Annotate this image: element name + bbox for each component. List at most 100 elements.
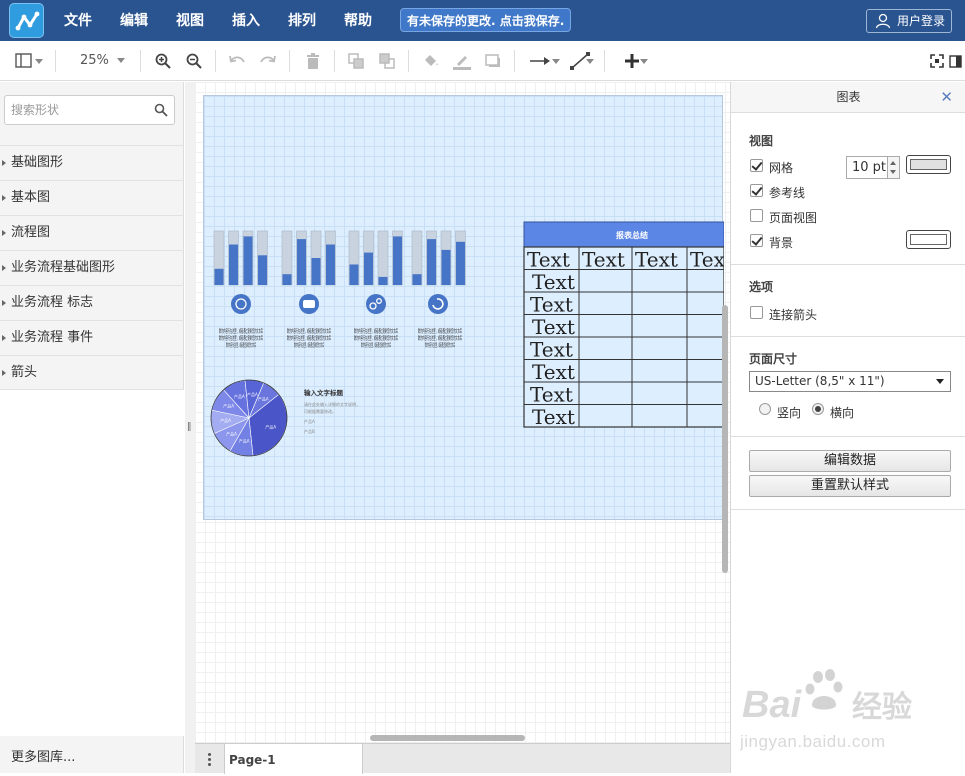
grid-color-swatch[interactable] xyxy=(906,155,951,174)
sidebar-empty-area xyxy=(0,389,184,736)
zoom-out-button[interactable] xyxy=(181,49,207,73)
progress-bar-group[interactable] xyxy=(213,230,466,286)
page-view-checkbox[interactable] xyxy=(750,209,763,222)
trash-icon xyxy=(307,53,319,69)
svg-text:数的内容行在这里，或者通过复制您的文本后: 数的内容行在这里，或者通过复制您的文本后 xyxy=(361,341,391,349)
sidebar-item-bpmn-basic[interactable]: 业务流程基础图形 xyxy=(0,250,184,284)
sidebar-splitter[interactable]: ‖ xyxy=(185,82,195,773)
grid-size-spinner[interactable] xyxy=(888,156,900,179)
connection-style-button[interactable] xyxy=(522,49,560,73)
grid-checkbox[interactable] xyxy=(750,159,763,172)
page-menu-button[interactable] xyxy=(195,744,225,774)
waypoints-button[interactable] xyxy=(562,49,598,73)
diagram-page[interactable]: 数的内容行在这里，或者通过复制您的文本后 数的内容行在这里，或者通过复制您的文本后… xyxy=(203,95,726,521)
reset-style-button[interactable]: 重置默认样式 xyxy=(749,475,951,497)
svg-text:数的内容行在这里，或者通过复制您的文本后: 数的内容行在这里，或者通过复制您的文本后 xyxy=(287,327,331,335)
unsaved-changes-button[interactable]: 有未保存的更改. 点击我保存. xyxy=(400,8,572,32)
pie-desc-line-2: 可根据需要修改。 xyxy=(304,408,336,414)
grid-size-input[interactable]: 10 pt xyxy=(846,156,888,179)
toolbar-divider xyxy=(55,50,56,72)
login-button[interactable]: 用户登录 xyxy=(866,9,952,33)
toolbar-divider xyxy=(514,50,515,72)
landscape-radio[interactable] xyxy=(812,403,824,415)
fill-color-button[interactable] xyxy=(418,49,444,73)
to-back-button[interactable] xyxy=(374,49,400,73)
undo-button[interactable] xyxy=(224,49,250,73)
diagram-canvas[interactable]: 数的内容行在这里，或者通过复制您的文本后 数的内容行在这里，或者通过复制您的文本后… xyxy=(195,82,730,743)
page-size-select[interactable]: US-Letter (8,5" x 11") xyxy=(749,371,951,392)
pie-chart[interactable]: 产品A产品A产品A产品A产品A产品A 产品A产品A xyxy=(210,379,288,457)
chevron-down-icon xyxy=(35,59,43,64)
progress-bar-fill xyxy=(282,274,292,285)
sidebar-item-bpmn-events[interactable]: 业务流程 事件 xyxy=(0,320,184,354)
shadow-button[interactable] xyxy=(480,49,506,73)
sidebar-item-flowchart[interactable]: 流程图 xyxy=(0,215,184,249)
redo-button[interactable] xyxy=(255,49,281,73)
circle-icon-refresh[interactable] xyxy=(428,294,448,314)
caption-4[interactable]: 数的内容行在这里，或者通过复制您的文本后数的内容行在这里，或者通过复制您的文本后… xyxy=(418,327,462,349)
diagram-content[interactable]: 数的内容行在这里，或者通过复制您的文本后数的内容行在这里，或者通过复制您的文本后… xyxy=(204,96,726,521)
edit-data-button[interactable]: 编辑数据 xyxy=(749,450,951,472)
chevron-down-icon xyxy=(640,59,648,64)
table-cell: Text xyxy=(530,293,573,317)
portrait-radio[interactable] xyxy=(759,403,771,415)
baidu-watermark-logo: Bai 经验 jingyan.baidu.com xyxy=(740,669,912,751)
sidebar-item-bpmn-markers[interactable]: 业务流程 标志 xyxy=(0,285,184,319)
circle-icon-gears[interactable] xyxy=(366,294,386,314)
user-icon xyxy=(875,13,891,29)
landscape-label: 横向 xyxy=(830,406,855,420)
sidebar-item-basic-diagram[interactable]: 基本图 xyxy=(0,180,184,214)
circle-icon-globe[interactable] xyxy=(231,294,251,314)
sidebar-item-arrows[interactable]: 箭头 xyxy=(0,355,184,389)
vertical-scrollbar[interactable] xyxy=(722,305,728,573)
delete-button[interactable] xyxy=(300,49,326,73)
undo-icon xyxy=(229,55,245,63)
insert-button[interactable] xyxy=(612,49,652,73)
panel-divider xyxy=(731,509,965,510)
table-title: 报表总结 xyxy=(616,230,648,240)
caption-2[interactable]: 数的内容行在这里，或者通过复制您的文本后数的内容行在这里，或者通过复制您的文本后… xyxy=(287,327,331,349)
zoom-in-button[interactable] xyxy=(150,49,176,73)
to-front-button[interactable] xyxy=(343,49,369,73)
menu-view[interactable]: 视图 xyxy=(176,0,204,41)
pie-title[interactable]: 输入文字标题 xyxy=(304,388,344,397)
svg-text:数的内容行在这里，或者通过复制您的文本后: 数的内容行在这里，或者通过复制您的文本后 xyxy=(418,327,462,335)
circle-icon-chat[interactable] xyxy=(299,294,319,314)
line-color-button[interactable] xyxy=(449,49,475,73)
svg-text:数的内容行在这里，或者通过复制您的文本后: 数的内容行在这里，或者通过复制您的文本后 xyxy=(287,334,331,342)
menu-file[interactable]: 文件 xyxy=(64,0,92,41)
guides-checkbox[interactable] xyxy=(750,184,763,197)
close-icon[interactable]: ✕ xyxy=(940,82,953,113)
arrow-right-icon xyxy=(530,57,550,65)
tab-page-1[interactable]: Page-1 xyxy=(225,744,363,774)
search-input[interactable]: 搜索形状 xyxy=(4,95,175,125)
caption-1[interactable]: 数的内容行在这里，或者通过复制您的文本后数的内容行在这里，或者通过复制您的文本后… xyxy=(219,327,263,349)
menu-arrange[interactable]: 排列 xyxy=(288,0,316,41)
zoom-level[interactable]: 25% xyxy=(80,53,109,68)
menu-edit[interactable]: 编辑 xyxy=(120,0,148,41)
shadow-icon xyxy=(485,54,500,67)
connect-arrows-checkbox[interactable] xyxy=(750,306,763,319)
menu-help[interactable]: 帮助 xyxy=(344,0,372,41)
sidebar-item-basic-shapes[interactable]: 基础图形 xyxy=(0,145,184,179)
search-icon[interactable] xyxy=(154,103,168,117)
chevron-down-icon xyxy=(552,59,560,64)
caption-3[interactable]: 数的内容行在这里，或者通过复制您的文本后数的内容行在这里，或者通过复制您的文本后… xyxy=(354,327,398,349)
app-logo-icon[interactable] xyxy=(9,3,44,38)
background-checkbox[interactable] xyxy=(750,234,763,247)
svg-text:经验: 经验 xyxy=(852,690,912,725)
zoom-dropdown-icon[interactable] xyxy=(117,58,125,63)
format-panel-toggle[interactable] xyxy=(945,49,965,73)
table-cell: Text xyxy=(532,405,575,429)
background-color-swatch[interactable] xyxy=(906,230,951,249)
menu-insert[interactable]: 插入 xyxy=(232,0,260,41)
table-cell: Text xyxy=(532,315,575,339)
panels-toggle-button[interactable] xyxy=(7,49,43,73)
more-shapes-link[interactable]: 更多图库... xyxy=(11,746,75,765)
pencil-icon xyxy=(453,56,471,70)
toolbar-divider xyxy=(604,50,605,72)
svg-text:数的内容行在这里，或者通过复制您的文本后: 数的内容行在这里，或者通过复制您的文本后 xyxy=(354,334,398,342)
horizontal-scrollbar[interactable] xyxy=(370,735,525,741)
svg-text:数的内容行在这里，或者通过复制您的文本后: 数的内容行在这里，或者通过复制您的文本后 xyxy=(219,334,263,342)
report-table[interactable]: 报表总结Text Text Text TexTextTextTextTextTextT… xyxy=(523,221,726,429)
